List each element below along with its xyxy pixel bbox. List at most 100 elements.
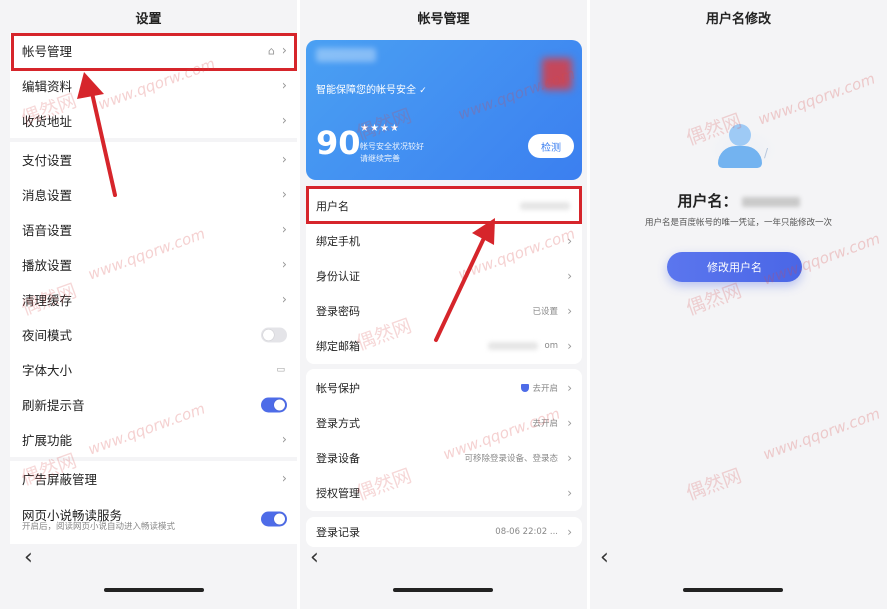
nav-bar: ‹: [300, 545, 587, 575]
chevron-right-icon: ›: [281, 152, 287, 167]
account-item-authorization[interactable]: 授权管理 ›: [306, 475, 582, 510]
account-item-label: 登录方式: [316, 416, 360, 430]
settings-item-playback[interactable]: 播放设置 ›: [10, 247, 297, 282]
settings-item-label: 编辑资料: [22, 79, 73, 94]
security-score: 90: [316, 124, 361, 162]
account-item-label: 登录设备: [316, 451, 360, 465]
settings-title: 设置: [135, 12, 162, 27]
check-circle-icon: ✓: [419, 86, 427, 96]
chevron-right-icon: ›: [281, 257, 287, 272]
home-icon: ⌂: [268, 44, 275, 57]
pen-icon: /: [764, 146, 769, 160]
settings-item-font-size[interactable]: 字体大小 ▭: [10, 352, 297, 387]
settings-item-label: 消息设置: [22, 188, 73, 203]
username-edit-title: 用户名修改: [705, 12, 771, 27]
chevron-right-icon: ›: [567, 268, 572, 283]
account-item-label: 绑定手机: [316, 234, 360, 248]
account-group-security: 帐号保护 去开启 › 登录方式 去开启 › 登录设备 可移除登录设备、登录态 ›…: [306, 369, 582, 511]
account-item-label: 登录记录: [316, 526, 360, 539]
chevron-right-icon: ›: [281, 113, 287, 128]
settings-item-label: 收货地址: [22, 114, 73, 129]
chevron-right-icon: ›: [567, 338, 572, 353]
refresh-sound-toggle[interactable]: [261, 397, 287, 412]
night-mode-toggle[interactable]: [261, 327, 287, 342]
account-item-protection[interactable]: 帐号保护 去开启 ›: [306, 370, 582, 405]
protection-status: 去开启: [521, 382, 558, 394]
username-edit-panel: 用户名修改 / 用户名： 用户名是百度帐号的唯一凭证，一年只能修改一次 修改用户…: [590, 0, 887, 609]
settings-group-account: 帐号管理 › ⌂ 编辑资料 › 收货地址 ›: [10, 33, 297, 138]
account-item-label: 登录密码: [316, 304, 360, 318]
novel-reader-toggle[interactable]: [261, 511, 287, 527]
settings-item-edit-profile[interactable]: 编辑资料 ›: [10, 68, 297, 103]
settings-item-label: 清理缓存: [22, 293, 73, 308]
chevron-right-icon: ›: [281, 432, 287, 447]
account-item-email[interactable]: 绑定邮箱 om ›: [306, 328, 582, 363]
settings-item-ad-block[interactable]: 广告屏蔽管理 ›: [10, 461, 297, 496]
settings-item-label: 刷新提示音: [22, 398, 85, 413]
settings-item-label: 夜间模式: [22, 328, 73, 343]
chevron-right-icon: ›: [567, 450, 572, 465]
account-item-login-method[interactable]: 登录方式 去开启 ›: [306, 405, 582, 440]
settings-item-extensions[interactable]: 扩展功能 ›: [10, 422, 297, 457]
account-item-username[interactable]: 用户名: [306, 188, 582, 223]
account-item-label: 用户名: [316, 199, 349, 213]
account-group-basic: 用户名 绑定手机 › 身份认证 › 登录密码 已设置 › 绑定邮箱 om ›: [306, 186, 582, 364]
home-indicator[interactable]: [683, 588, 783, 592]
settings-item-message[interactable]: 消息设置 ›: [10, 177, 297, 212]
star-rating: ★★★★: [360, 123, 400, 134]
settings-item-payment[interactable]: 支付设置 ›: [10, 142, 297, 177]
username-display: 用户名：: [590, 190, 887, 211]
account-item-devices[interactable]: 登录设备 可移除登录设备、登录态 ›: [306, 440, 582, 475]
settings-item-label: 语音设置: [22, 223, 73, 238]
settings-item-night-mode: 夜间模式: [10, 317, 297, 352]
settings-item-sublabel: 开启后，阅读网页小说自动进入畅读模式: [22, 522, 176, 532]
shield-icon: [521, 384, 530, 392]
settings-group-ads: 广告屏蔽管理 › 网页小说畅读服务 开启后，阅读网页小说自动进入畅读模式: [10, 461, 297, 544]
detect-button[interactable]: 检测: [528, 134, 574, 158]
account-item-login-records[interactable]: 登录记录 08-06 22:02 ... ›: [306, 517, 582, 547]
settings-item-voice[interactable]: 语音设置 ›: [10, 212, 297, 247]
blurred-value: [488, 341, 538, 350]
edit-username-button[interactable]: 修改用户名: [667, 252, 802, 282]
account-item-label: 授权管理: [316, 486, 360, 500]
chevron-right-icon: ›: [567, 415, 572, 430]
account-panel: 帐号管理 智能保障您的帐号安全 ✓ 90 ★★★★ 帐号安全状况较好 请继续完善…: [300, 0, 587, 609]
settings-item-label: 支付设置: [22, 153, 73, 168]
settings-item-address[interactable]: 收货地址 ›: [10, 103, 297, 138]
chevron-right-icon: ›: [281, 43, 287, 58]
settings-item-refresh-sound: 刷新提示音: [10, 387, 297, 422]
chevron-right-icon: ›: [281, 187, 287, 202]
blurred-username: [741, 196, 800, 207]
nav-bar: ‹: [0, 545, 297, 575]
chevron-right-icon: ›: [567, 380, 572, 395]
security-card: 智能保障您的帐号安全 ✓ 90 ★★★★ 帐号安全状况较好 请继续完善 检测: [306, 40, 582, 180]
login-record-time: 08-06 22:02 ...: [495, 527, 558, 537]
chevron-right-icon: ›: [567, 233, 572, 248]
account-item-phone[interactable]: 绑定手机 ›: [306, 223, 582, 258]
settings-group-general: 支付设置 › 消息设置 › 语音设置 › 播放设置 › 清理缓存 › 夜间模式 …: [10, 142, 297, 457]
settings-panel: 设置 帐号管理 › ⌂ 编辑资料 › 收货地址 › 支付设置 › 消息设置 › …: [0, 0, 297, 609]
avatar: [542, 58, 572, 90]
settings-item-label: 播放设置: [22, 258, 73, 273]
email-value: om: [544, 340, 558, 351]
home-indicator[interactable]: [104, 588, 204, 592]
account-group-records: 登录记录 08-06 22:02 ... ›: [306, 517, 582, 547]
back-arrow-icon[interactable]: ‹: [600, 545, 609, 570]
settings-item-label: 扩展功能: [22, 433, 73, 448]
settings-item-clear-cache[interactable]: 清理缓存 ›: [10, 282, 297, 317]
chevron-right-icon: ›: [281, 78, 287, 93]
home-indicator[interactable]: [393, 588, 493, 592]
settings-item-novel-reader: 网页小说畅读服务 开启后，阅读网页小说自动进入畅读模式: [10, 499, 297, 539]
account-item-identity[interactable]: 身份认证 ›: [306, 258, 582, 293]
chevron-right-icon: ›: [567, 525, 572, 539]
settings-item-account[interactable]: 帐号管理 › ⌂: [10, 33, 297, 68]
back-arrow-icon[interactable]: ‹: [24, 545, 33, 570]
security-tagline: 智能保障您的帐号安全 ✓: [316, 85, 427, 96]
chevron-right-icon: ›: [281, 292, 287, 307]
back-arrow-icon[interactable]: ‹: [310, 545, 319, 570]
blurred-value: [520, 201, 570, 210]
blurred-name: [316, 48, 376, 62]
password-status: 已设置: [532, 306, 558, 317]
user-avatar-icon: /: [708, 120, 778, 172]
account-item-password[interactable]: 登录密码 已设置 ›: [306, 293, 582, 328]
